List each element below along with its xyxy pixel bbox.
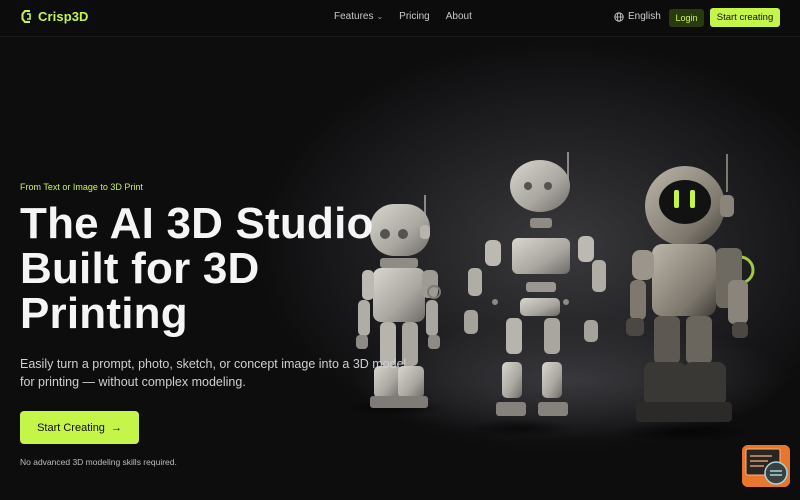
headline-line: Printing bbox=[20, 289, 188, 338]
nav-item-label: About bbox=[445, 11, 472, 22]
arrow-right-icon: → bbox=[110, 421, 122, 434]
hero-note: No advanced 3D modeling skills required. bbox=[20, 457, 177, 467]
nav-item-label: Features bbox=[334, 11, 374, 22]
hero-eyebrow: From Text or Image to 3D Print bbox=[20, 182, 143, 192]
robots-illustration bbox=[345, 152, 755, 442]
landing-page: Crisp3D Features ⌄ Pricing About English… bbox=[0, 0, 800, 500]
brand-logo[interactable]: Crisp3D bbox=[21, 9, 89, 24]
subtitle-line: Easily turn a prompt, photo, sketch, or … bbox=[20, 357, 407, 371]
nav-item-about[interactable]: About bbox=[446, 11, 472, 22]
globe-icon bbox=[614, 11, 624, 22]
language-label: English bbox=[628, 11, 661, 22]
chat-widget-icon bbox=[742, 445, 790, 487]
chevron-down-icon: ⌄ bbox=[376, 12, 384, 21]
headline-line: Built for 3D bbox=[20, 244, 260, 293]
brand-name: Crisp3D bbox=[38, 9, 89, 24]
primary-nav: Features ⌄ Pricing About bbox=[334, 11, 472, 22]
cta-label: Start Creating bbox=[37, 421, 105, 434]
language-selector[interactable]: English bbox=[614, 11, 661, 22]
start-creating-nav-button[interactable]: Start creating bbox=[710, 8, 780, 27]
start-creating-button[interactable]: Start Creating → bbox=[20, 411, 139, 444]
hero-headline: The AI 3D Studio Built for 3D Printing bbox=[20, 201, 400, 336]
login-button[interactable]: Login bbox=[669, 9, 704, 27]
top-navbar: Crisp3D Features ⌄ Pricing About English… bbox=[0, 0, 800, 37]
chat-widget-button[interactable] bbox=[742, 445, 790, 487]
subtitle-line: for printing — without complex modeling. bbox=[20, 375, 246, 389]
hero-subtitle: Easily turn a prompt, photo, sketch, or … bbox=[20, 355, 407, 391]
robot-middle bbox=[464, 152, 606, 416]
nav-item-features[interactable]: Features ⌄ bbox=[334, 11, 383, 22]
crisp3d-logo-icon bbox=[21, 10, 31, 23]
robot-right bbox=[626, 154, 755, 422]
nav-item-label: Pricing bbox=[399, 11, 430, 22]
headline-line: The AI 3D Studio bbox=[20, 199, 374, 248]
nav-item-pricing[interactable]: Pricing bbox=[399, 11, 430, 22]
